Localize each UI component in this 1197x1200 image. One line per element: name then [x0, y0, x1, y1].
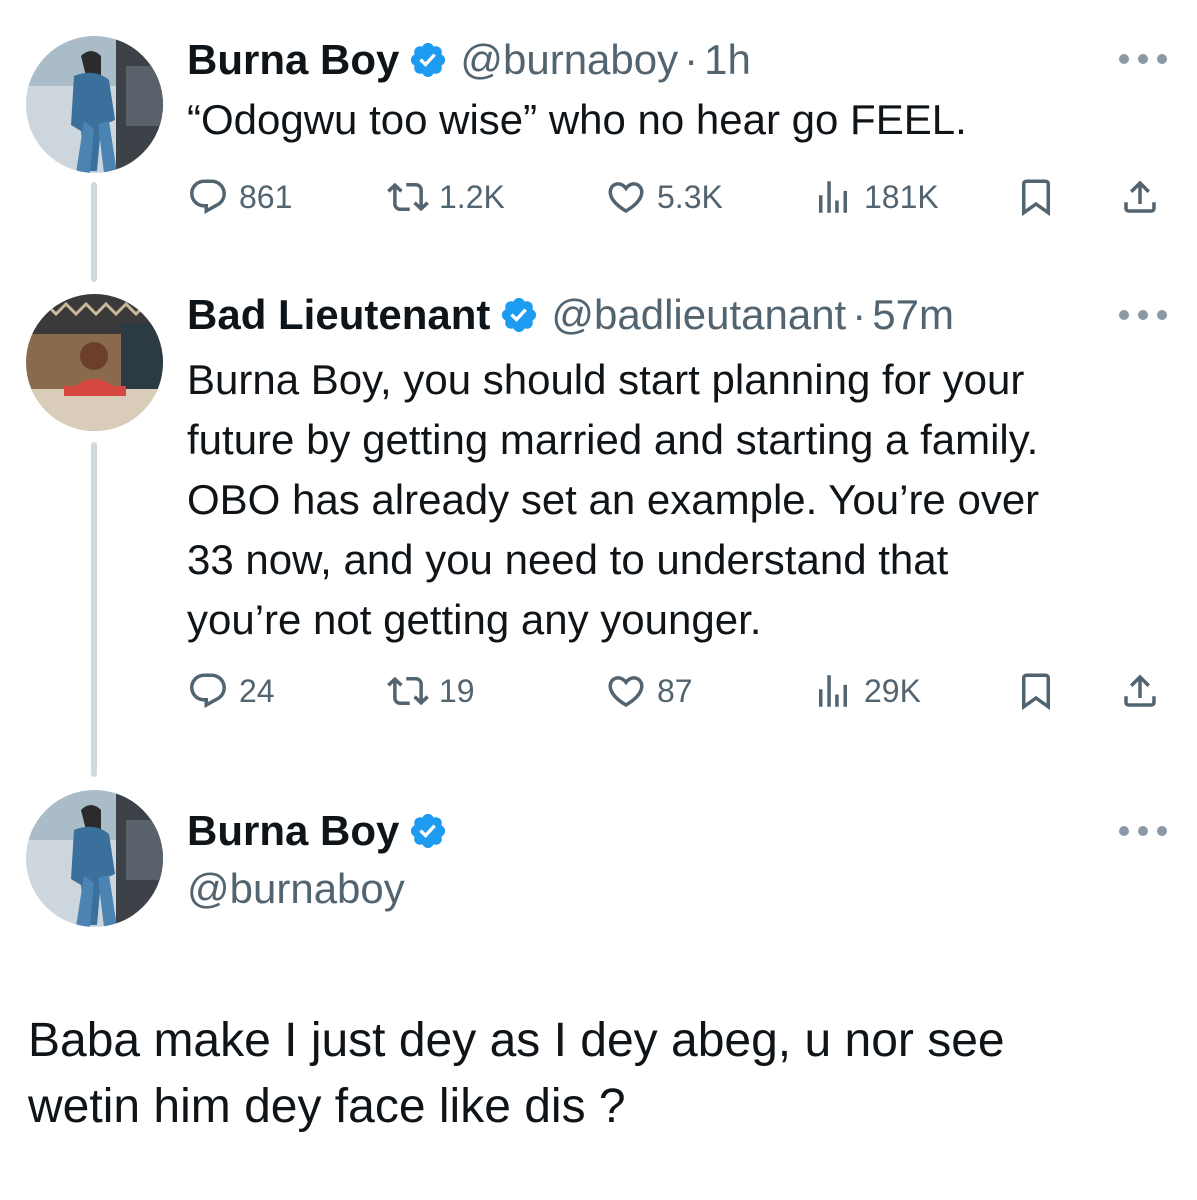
tweet-text-line: Burna Boy, you should start planning for…	[187, 356, 1025, 403]
retweet-button[interactable]: 1.2K	[387, 176, 505, 218]
share-button[interactable]	[1119, 176, 1161, 218]
reply-button[interactable]: 24	[187, 670, 275, 712]
like-button[interactable]: 5.3K	[605, 176, 723, 218]
share-icon	[1124, 674, 1156, 707]
reply-count: 861	[239, 178, 293, 215]
focused-tweet-text: Baba make I just dey as I dey abeg, u no…	[28, 1008, 1168, 1140]
more-options-icon[interactable]	[1119, 52, 1167, 66]
header-separator: ·	[684, 36, 699, 83]
more-options-icon[interactable]	[1119, 824, 1167, 838]
views-icon	[819, 181, 847, 213]
tweet-actions: 24 19 87 29K	[187, 666, 1167, 716]
tweet-text-line: 33 now, and you need to understand that	[187, 536, 949, 583]
retweet-count: 19	[439, 672, 475, 709]
retweet-icon	[387, 676, 429, 706]
thread-connector-line	[91, 442, 97, 777]
more-options-icon[interactable]	[1119, 308, 1167, 322]
tweet-text-line: OBO has already set an example. You’re o…	[187, 476, 1040, 523]
like-count: 87	[657, 672, 693, 709]
bookmark-icon	[1022, 179, 1050, 217]
reply-icon	[190, 673, 226, 708]
verified-badge-icon	[408, 40, 448, 80]
like-count: 5.3K	[657, 178, 723, 215]
tweet-text-line: wetin him dey face like dis ?	[28, 1080, 626, 1133]
tweet-text-line: you’re not getting any younger.	[187, 596, 762, 643]
like-icon	[608, 676, 644, 708]
bookmark-button[interactable]	[1015, 176, 1057, 218]
reply-button[interactable]: 861	[187, 176, 292, 218]
focused-author: Burna Boy @burnaboy	[187, 805, 448, 915]
verified-badge-icon	[408, 811, 448, 851]
views-count: 29K	[864, 672, 921, 709]
verified-badge-icon	[499, 295, 539, 335]
share-button[interactable]	[1119, 670, 1161, 712]
author-handle[interactable]: @burnaboy	[187, 865, 405, 913]
tweet-text-line: future by getting married and starting a…	[187, 416, 1039, 463]
retweet-count: 1.2K	[439, 178, 505, 215]
author-name[interactable]: Bad Lieutenant	[187, 291, 490, 339]
tweet-header: Burna Boy @burnaboy · 1h	[187, 35, 751, 85]
tweet-text: “Odogwu too wise” who no hear go FEEL.	[187, 96, 967, 143]
like-button[interactable]: 87	[605, 670, 693, 712]
reply-count: 24	[239, 672, 275, 709]
author-handle[interactable]: @badlieutanant	[551, 291, 846, 339]
retweet-icon	[387, 182, 429, 212]
tweet-text: Burna Boy, you should start planning for…	[187, 350, 1039, 650]
tweet-timestamp[interactable]: 1h	[704, 36, 751, 84]
like-icon	[608, 182, 644, 214]
reply-icon	[190, 179, 226, 214]
avatar-burnaboy[interactable]	[26, 36, 163, 173]
avatar-badlieutanant[interactable]	[26, 294, 163, 431]
tweet-text-line: Baba make I just dey as I dey abeg, u no…	[28, 1014, 1005, 1067]
views-count: 181K	[864, 178, 939, 215]
header-separator: ·	[852, 291, 867, 338]
thread-connector-line	[91, 182, 97, 282]
tweet-actions: 861 1.2K 5.3K 181K	[187, 172, 1167, 222]
share-icon	[1124, 180, 1156, 213]
avatar-burnaboy[interactable]	[26, 790, 163, 927]
author-handle[interactable]: @burnaboy	[460, 36, 678, 84]
views-button[interactable]: 181K	[812, 176, 939, 218]
bookmark-icon	[1022, 673, 1050, 711]
retweet-button[interactable]: 19	[387, 670, 475, 712]
tweet-header: Bad Lieutenant @badlieutanant · 57m	[187, 290, 954, 340]
views-icon	[819, 675, 847, 707]
views-button[interactable]: 29K	[812, 670, 921, 712]
bookmark-button[interactable]	[1015, 670, 1057, 712]
author-name[interactable]: Burna Boy	[187, 807, 399, 855]
author-name[interactable]: Burna Boy	[187, 36, 399, 84]
tweet-timestamp[interactable]: 57m	[872, 291, 954, 339]
